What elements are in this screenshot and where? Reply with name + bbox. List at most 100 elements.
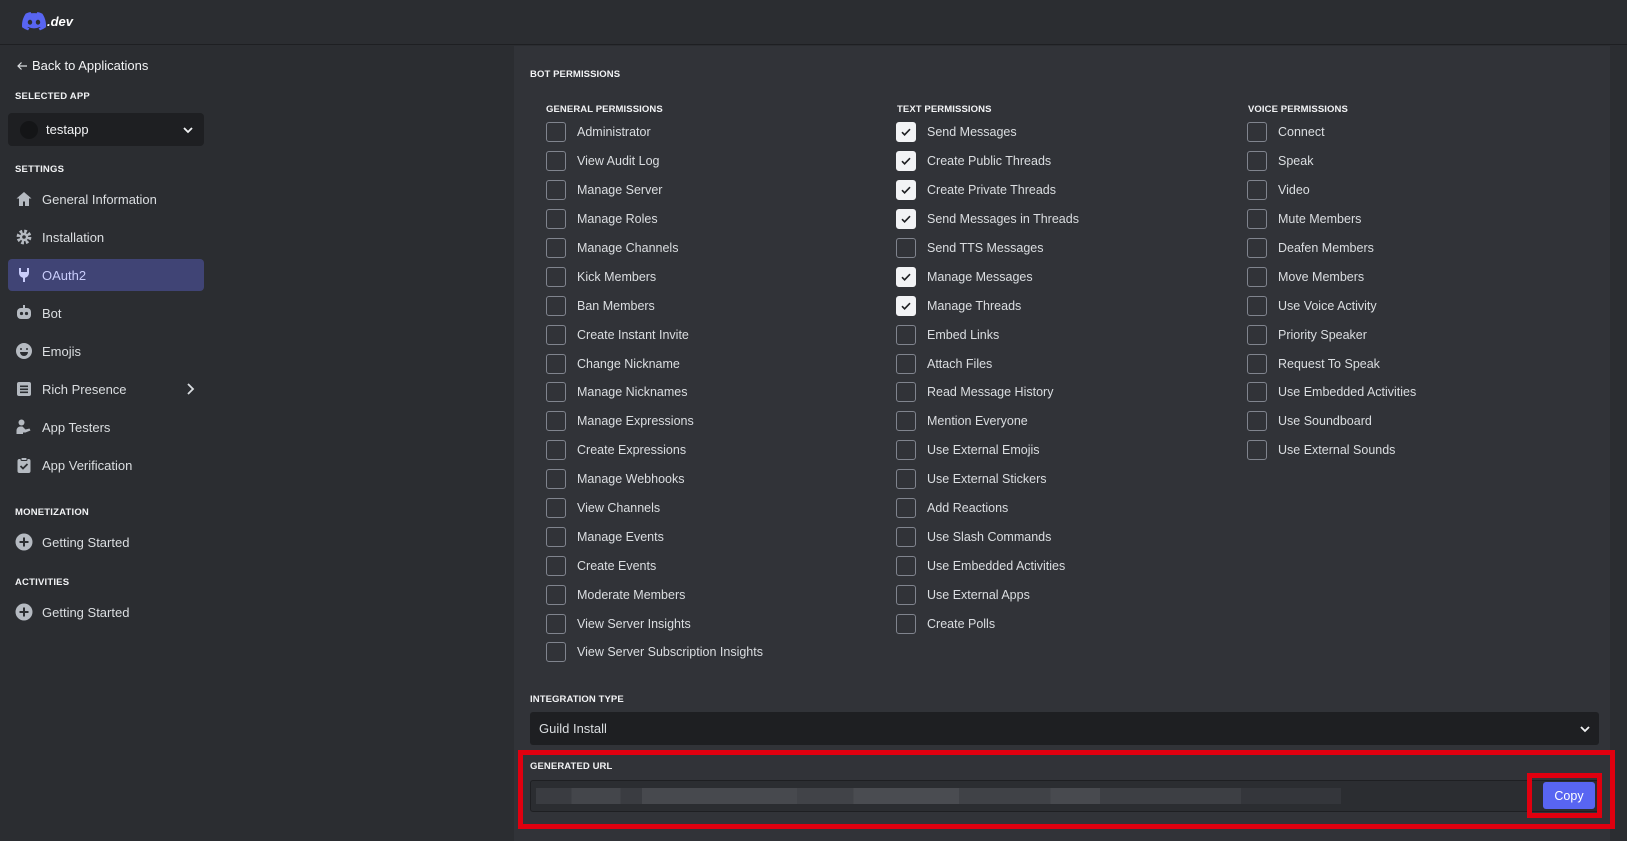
sidebar-item-bot[interactable]: Bot — [8, 297, 204, 329]
permission-checkbox[interactable] — [896, 122, 916, 143]
permission-checkbox[interactable] — [896, 613, 916, 634]
permission-row[interactable]: View Server Subscription Insights — [546, 638, 763, 667]
permission-checkbox[interactable] — [896, 498, 916, 519]
permission-checkbox[interactable] — [1247, 382, 1267, 403]
sidebar-item-app-verification[interactable]: App Verification — [8, 449, 204, 481]
permission-row[interactable]: Priority Speaker — [1247, 320, 1416, 349]
permission-row[interactable]: Create Instant Invite — [546, 320, 763, 349]
permission-checkbox[interactable] — [896, 266, 916, 287]
permission-row[interactable]: Use External Emojis — [896, 436, 1079, 465]
permission-row[interactable]: Moderate Members — [546, 580, 763, 609]
permission-row[interactable]: Manage Channels — [546, 234, 763, 263]
back-to-applications-link[interactable]: Back to Applications — [16, 58, 148, 73]
permission-checkbox[interactable] — [546, 555, 566, 576]
permission-checkbox[interactable] — [896, 353, 916, 374]
permission-checkbox[interactable] — [546, 353, 566, 374]
permission-row[interactable]: View Server Insights — [546, 609, 763, 638]
permission-row[interactable]: Video — [1247, 176, 1416, 205]
permission-row[interactable]: View Channels — [546, 494, 763, 523]
copy-button[interactable]: Copy — [1543, 782, 1595, 809]
permission-row[interactable]: Use Soundboard — [1247, 407, 1416, 436]
permission-checkbox[interactable] — [1247, 238, 1267, 258]
permission-checkbox[interactable] — [546, 382, 566, 403]
permission-row[interactable]: Attach Files — [896, 349, 1079, 378]
permission-row[interactable]: Create Private Threads — [896, 176, 1079, 205]
permission-row[interactable]: Manage Threads — [896, 291, 1079, 320]
permission-checkbox[interactable] — [546, 266, 566, 287]
permission-checkbox[interactable] — [896, 440, 916, 461]
permission-row[interactable]: Create Events — [546, 551, 763, 580]
permission-row[interactable]: View Audit Log — [546, 147, 763, 176]
permission-row[interactable]: Send TTS Messages — [896, 234, 1079, 263]
permission-row[interactable]: Mention Everyone — [896, 407, 1079, 436]
permission-row[interactable]: Manage Events — [546, 522, 763, 551]
permission-row[interactable]: Send Messages — [896, 118, 1079, 147]
permission-checkbox[interactable] — [896, 584, 916, 605]
permission-row[interactable]: Manage Webhooks — [546, 465, 763, 494]
permission-checkbox[interactable] — [896, 382, 916, 403]
permission-checkbox[interactable] — [896, 238, 916, 258]
permission-checkbox[interactable] — [896, 469, 916, 490]
permission-checkbox[interactable] — [1247, 266, 1267, 287]
permission-row[interactable]: Manage Server — [546, 176, 763, 205]
permission-row[interactable]: Create Expressions — [546, 436, 763, 465]
sidebar-item-oauth2[interactable]: OAuth2 — [8, 259, 204, 291]
permission-row[interactable]: Change Nickname — [546, 349, 763, 378]
sidebar-item-rich-presence[interactable]: Rich Presence — [8, 373, 204, 405]
permission-checkbox[interactable] — [1247, 180, 1267, 201]
permission-checkbox[interactable] — [1247, 209, 1267, 230]
permission-row[interactable]: Mute Members — [1247, 205, 1416, 234]
permission-row[interactable]: Administrator — [546, 118, 763, 147]
permission-row[interactable]: Add Reactions — [896, 494, 1079, 523]
permission-row[interactable]: Embed Links — [896, 320, 1079, 349]
permission-checkbox[interactable] — [546, 642, 566, 663]
permission-checkbox[interactable] — [546, 469, 566, 490]
permission-row[interactable]: Request To Speak — [1247, 349, 1416, 378]
permission-row[interactable]: Create Public Threads — [896, 147, 1079, 176]
permission-row[interactable]: Deafen Members — [1247, 234, 1416, 263]
permission-checkbox[interactable] — [546, 613, 566, 634]
permission-checkbox[interactable] — [1247, 411, 1267, 432]
permission-checkbox[interactable] — [546, 440, 566, 461]
permission-row[interactable]: Use Voice Activity — [1247, 291, 1416, 320]
permission-row[interactable]: Speak — [1247, 147, 1416, 176]
permission-checkbox[interactable] — [546, 122, 566, 143]
permission-checkbox[interactable] — [896, 209, 916, 230]
integration-type-select[interactable]: Guild Install — [530, 712, 1599, 745]
permission-checkbox[interactable] — [896, 151, 916, 172]
permission-checkbox[interactable] — [546, 209, 566, 230]
permission-row[interactable]: Read Message History — [896, 378, 1079, 407]
permission-checkbox[interactable] — [1247, 440, 1267, 461]
permission-row[interactable]: Kick Members — [546, 262, 763, 291]
permission-row[interactable]: Send Messages in Threads — [896, 205, 1079, 234]
generated-url-field[interactable] — [530, 780, 1601, 812]
permission-checkbox[interactable] — [896, 180, 916, 201]
permission-checkbox[interactable] — [896, 526, 916, 547]
permission-row[interactable]: Manage Nicknames — [546, 378, 763, 407]
permission-row[interactable]: Manage Roles — [546, 205, 763, 234]
permission-checkbox[interactable] — [896, 555, 916, 576]
permission-checkbox[interactable] — [546, 498, 566, 519]
permission-checkbox[interactable] — [1247, 295, 1267, 316]
permission-checkbox[interactable] — [546, 151, 566, 172]
sidebar-item-app-testers[interactable]: App Testers — [8, 411, 204, 443]
permission-checkbox[interactable] — [546, 526, 566, 547]
permission-row[interactable]: Use Embedded Activities — [896, 551, 1079, 580]
sidebar-item-monetization-getting-started[interactable]: Getting Started — [8, 526, 204, 558]
sidebar-item-activities-getting-started[interactable]: Getting Started — [8, 596, 204, 628]
permission-row[interactable]: Use External Stickers — [896, 465, 1079, 494]
permission-row[interactable]: Use External Apps — [896, 580, 1079, 609]
permission-row[interactable]: Use Embedded Activities — [1247, 378, 1416, 407]
permission-row[interactable]: Create Polls — [896, 609, 1079, 638]
permission-checkbox[interactable] — [896, 411, 916, 432]
permission-checkbox[interactable] — [1247, 324, 1267, 345]
permission-checkbox[interactable] — [1247, 353, 1267, 374]
permission-checkbox[interactable] — [546, 324, 566, 345]
permission-checkbox[interactable] — [1247, 122, 1267, 143]
permission-checkbox[interactable] — [546, 411, 566, 432]
permission-row[interactable]: Connect — [1247, 118, 1416, 147]
permission-row[interactable]: Use Slash Commands — [896, 522, 1079, 551]
permission-checkbox[interactable] — [546, 238, 566, 258]
permission-row[interactable]: Use External Sounds — [1247, 436, 1416, 465]
permission-checkbox[interactable] — [1247, 151, 1267, 172]
